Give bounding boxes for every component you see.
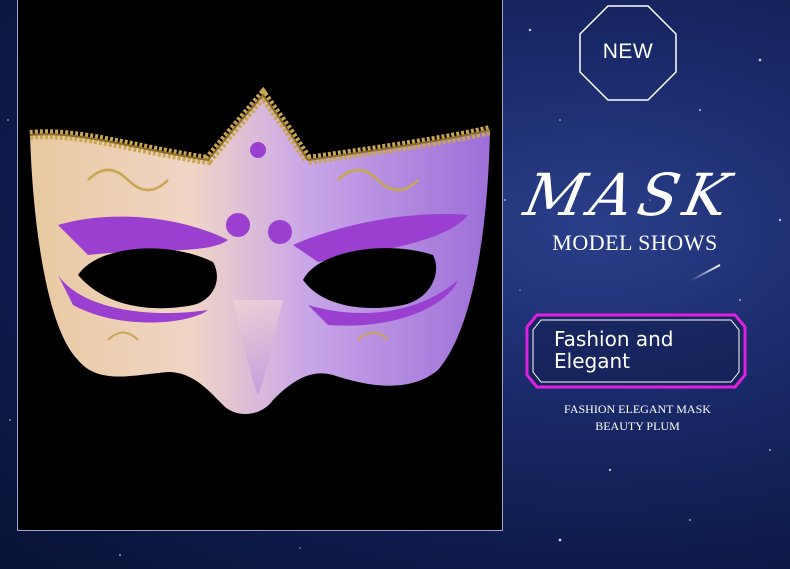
new-badge-label: NEW — [602, 40, 654, 63]
tag-line-2: Elegant — [554, 349, 630, 373]
tag-text: Fashion and Elegant — [554, 328, 734, 372]
caption: FASHION ELEGANT MASK BEAUTY PLUM — [535, 401, 740, 435]
script-title: MASK — [518, 161, 742, 229]
tag-line-1: Fashion and — [554, 327, 674, 351]
subtitle: MODEL SHOWS — [552, 230, 718, 255]
product-image — [17, 0, 503, 531]
light-streak — [689, 264, 721, 282]
caption-line-1: FASHION ELEGANT MASK — [564, 402, 711, 416]
caption-line-2: BEAUTY PLUM — [595, 419, 680, 433]
masquerade-mask-illustration — [29, 86, 492, 415]
